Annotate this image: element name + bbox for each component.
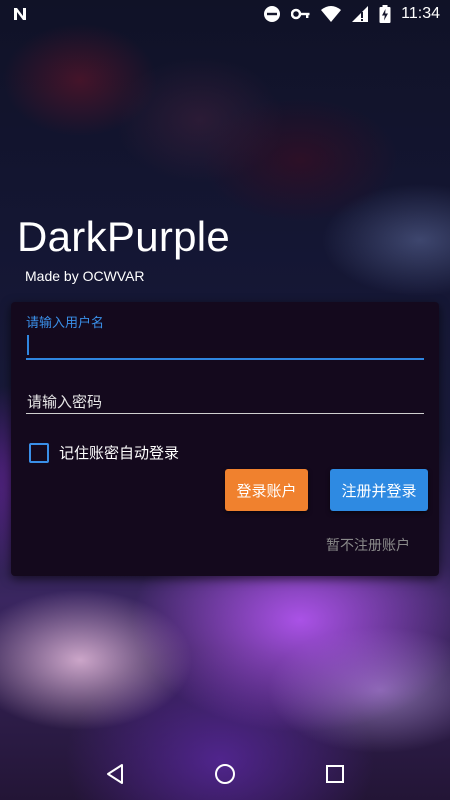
login-button[interactable]: 登录账户 [225,469,308,511]
navigation-bar [0,748,450,800]
skip-register-link[interactable]: 暂不注册账户 [326,535,410,555]
remember-login-checkbox-row[interactable]: 记住账密自动登录 [29,442,179,463]
vpn-key-icon [291,8,310,20]
app-title: DarkPurple [17,213,231,260]
recents-icon [326,765,344,783]
n-logo-icon [14,8,26,20]
wifi-icon [321,6,342,22]
back-button[interactable] [95,754,135,794]
password-input[interactable]: 请输入密码 [26,388,424,414]
app-subtitle: Made by OCWVAR [25,268,145,284]
clock-time: 11:34 [401,5,440,22]
status-bar: 11:34 [0,0,450,28]
home-icon [215,764,235,784]
username-label: 请输入用户名 [26,316,105,331]
do-not-disturb-icon [264,6,281,22]
username-input[interactable] [26,332,424,360]
login-card: 请输入用户名 请输入密码 记住账密自动登录 登录账户 注册并登录 暂不注册账户 [11,302,439,576]
remember-label: 记住账密自动登录 [59,444,180,462]
register-and-login-button[interactable]: 注册并登录 [330,469,428,511]
recents-button[interactable] [315,754,355,794]
back-icon [107,764,123,784]
remember-checkbox[interactable] [29,442,49,463]
text-cursor [27,335,29,355]
battery-charging-icon [379,5,391,23]
signal-icon [352,6,369,22]
password-placeholder: 请输入密码 [27,393,103,411]
home-button[interactable] [205,754,245,794]
